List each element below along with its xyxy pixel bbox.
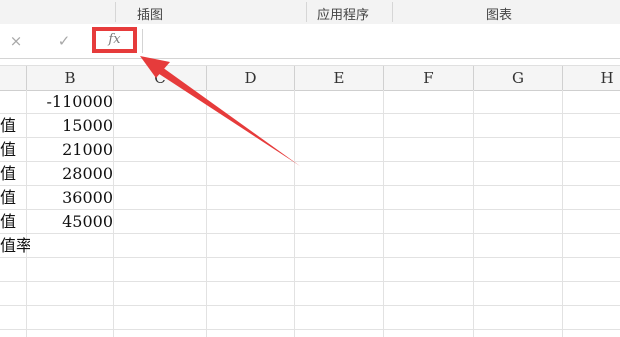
cell-a-row-3[interactable]: 值	[0, 138, 26, 161]
cell-b-row-5[interactable]: 36000	[27, 186, 113, 209]
column-header-f[interactable]: F	[384, 66, 473, 90]
ribbon-group-illustrations: 插图	[137, 8, 164, 23]
cell-b-row-1[interactable]: -110000	[27, 90, 113, 113]
grid-row-line	[0, 305, 620, 306]
column-header-d[interactable]: D	[207, 66, 294, 90]
formula-bar-divider	[142, 29, 143, 53]
ribbon-group-apps: 应用程序	[317, 8, 370, 23]
cell-a-row-2[interactable]: 值	[0, 114, 26, 137]
grid-row-line	[0, 257, 620, 258]
column-header-c[interactable]: C	[114, 66, 206, 90]
cell-a-row-4[interactable]: 值	[0, 162, 26, 185]
column-header-g[interactable]: G	[474, 66, 562, 90]
spreadsheet-grid[interactable]: -110000 值 15000 值 21000 值 28000 值 36000 …	[0, 90, 620, 337]
insert-function-button[interactable]: fx	[92, 27, 137, 53]
cell-a-row-5[interactable]: 值	[0, 186, 26, 209]
ribbon-group-charts: 图表	[486, 8, 513, 23]
grid-column-line	[206, 90, 207, 337]
cell-b-row-4[interactable]: 28000	[27, 162, 113, 185]
close-icon[interactable]: ×	[5, 30, 27, 52]
column-headers: B C D E F G H	[0, 65, 620, 91]
fx-icon: fx	[108, 32, 121, 47]
cell-b-row-6[interactable]: 45000	[27, 210, 113, 233]
grid-column-line	[383, 90, 384, 337]
ribbon-group-labels: 插图 应用程序 图表	[0, 0, 620, 25]
ribbon-separator	[306, 2, 307, 22]
grid-column-line	[294, 90, 295, 337]
cell-a-row-7[interactable]: 值率	[0, 234, 30, 257]
grid-row-line	[0, 281, 620, 282]
formula-bar: × ✓ fx	[0, 24, 620, 59]
cell-b-row-2[interactable]: 15000	[27, 114, 113, 137]
ribbon-separator	[115, 2, 116, 22]
cell-a-row-1[interactable]	[0, 90, 26, 113]
grid-column-line	[473, 90, 474, 337]
ribbon-separator	[392, 2, 393, 22]
grid-row-line	[0, 329, 620, 330]
cell-a-row-6[interactable]: 值	[0, 210, 26, 233]
grid-column-line	[113, 90, 114, 337]
grid-column-line	[562, 90, 563, 337]
cell-b-row-7[interactable]	[27, 234, 113, 257]
column-header-b[interactable]: B	[27, 66, 113, 90]
column-header-e[interactable]: E	[295, 66, 383, 90]
column-header-h[interactable]: H	[563, 66, 620, 90]
check-icon[interactable]: ✓	[53, 30, 75, 52]
cell-b-row-3[interactable]: 21000	[27, 138, 113, 161]
